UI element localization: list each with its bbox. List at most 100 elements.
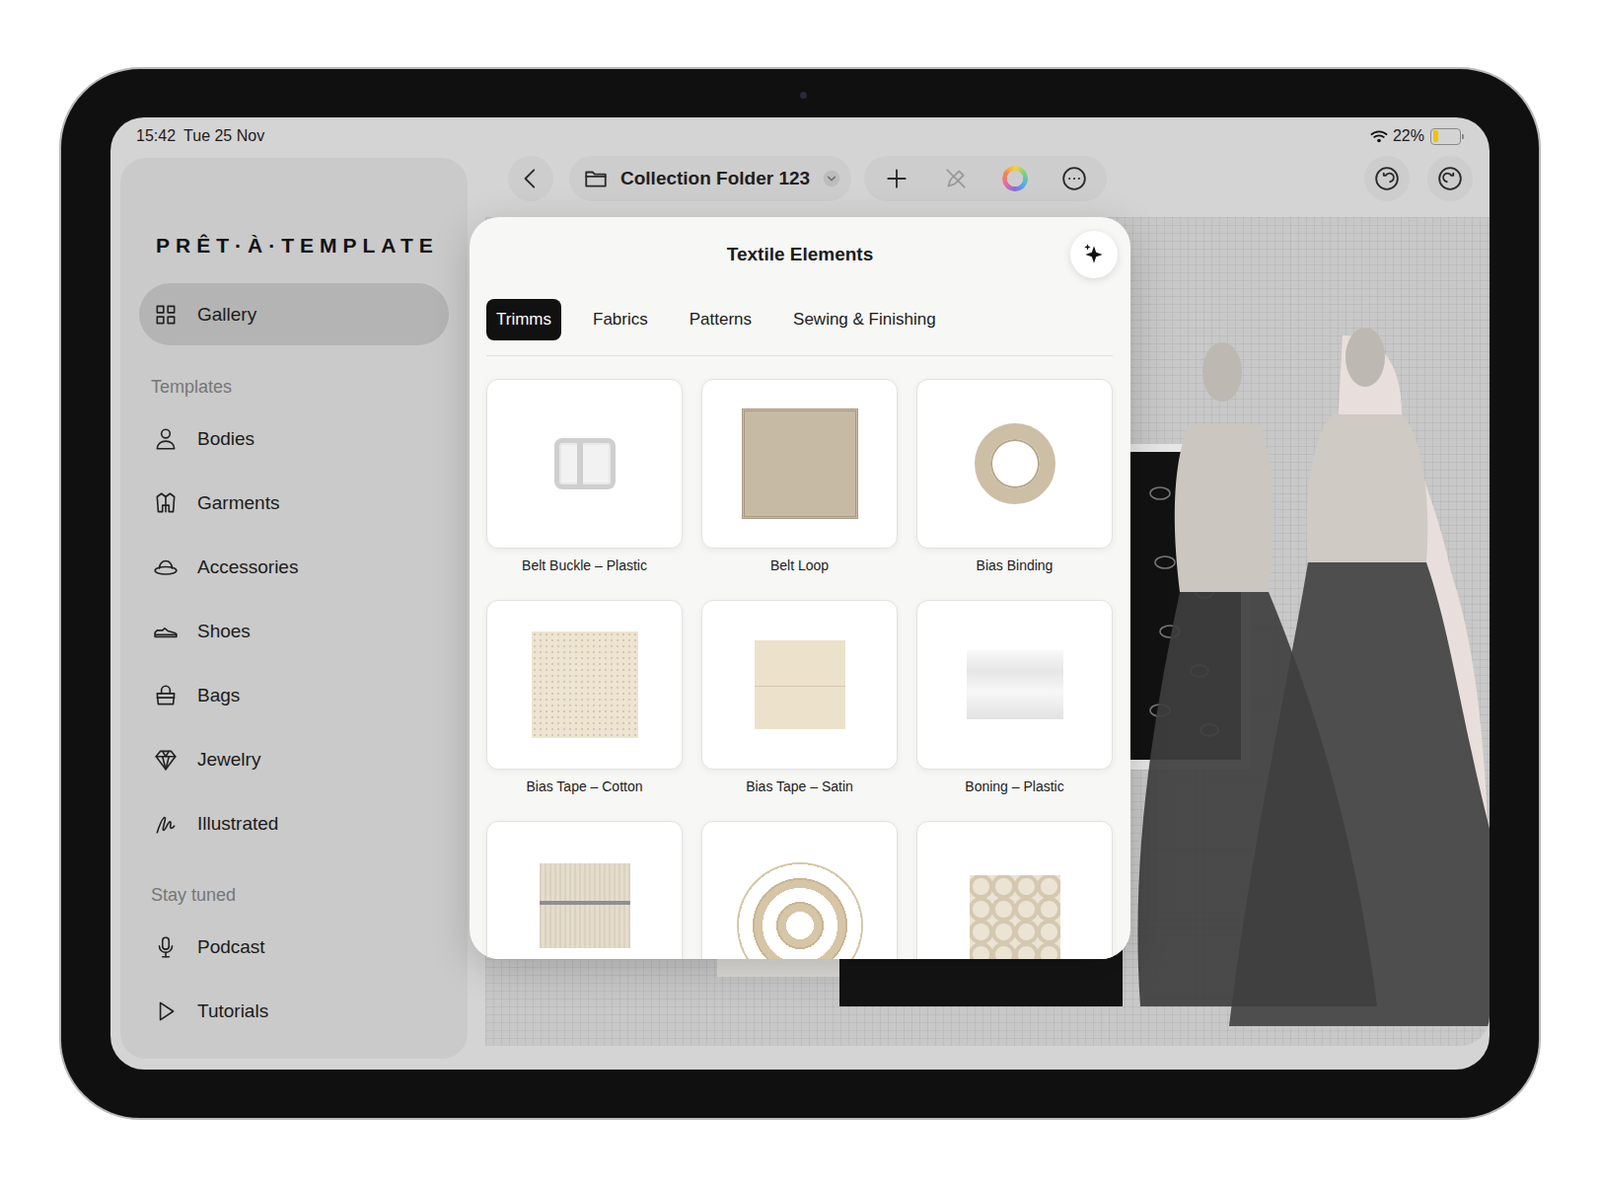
tab-bar: Trimms Fabrics Patterns Sewing & Finishing [486, 298, 1113, 357]
elements-grid: Belt Buckle – Plastic Belt Loop Bias Bindi… [469, 356, 1131, 959]
element-label: Boning – Plastic [916, 778, 1113, 800]
sidebar: PRÊT·À·TEMPLATE Gallery TemplatesBodiesGar… [120, 157, 468, 1059]
jacket-icon [152, 490, 179, 516]
page: 15:42 Tue 25 Nov 22% PRÊT·À·TEMPLATE Gallery… [0, 0, 1600, 1184]
sidebar-item[interactable]: Gallery [139, 283, 449, 346]
pencil-off-button[interactable] [933, 155, 979, 202]
sidebar-item[interactable]: Tutorials [139, 978, 449, 1043]
hat-icon [152, 554, 179, 581]
tools-group [864, 155, 1107, 202]
diamond-icon [152, 746, 179, 773]
status-bar: 15:42 Tue 25 Nov 22% [110, 117, 1490, 155]
battery-level [1433, 130, 1440, 143]
popover-header: Textile Elements [469, 217, 1131, 292]
element-tile [486, 820, 683, 959]
textile-elements-popover: Textile Elements Trimms Fabrics Patterns Sew… [469, 217, 1131, 959]
element-tile [701, 378, 898, 549]
sidebar-item[interactable]: Jewelry [139, 727, 449, 792]
element-card[interactable] [701, 820, 898, 959]
element-card[interactable] [486, 820, 683, 959]
element-card[interactable]: Boning – Plastic [916, 599, 1113, 800]
element-card[interactable]: Belt Buckle – Plastic [486, 378, 683, 579]
status-time: 15:42 [136, 127, 176, 146]
pencil-slash-icon [943, 165, 969, 192]
sidebar-item[interactable]: Shoes [139, 598, 449, 663]
element-photo [966, 650, 1064, 720]
color-button[interactable] [992, 155, 1038, 202]
element-label: Bias Tape – Satin [701, 778, 898, 800]
popover-title: Textile Elements [727, 243, 874, 266]
element-tile [916, 378, 1113, 549]
element-photo [969, 874, 1061, 959]
element-label: Bias Binding [916, 557, 1113, 579]
more-button[interactable] [1051, 155, 1097, 202]
element-card[interactable] [916, 820, 1113, 959]
element-tile [701, 820, 898, 959]
element-tile [916, 599, 1113, 770]
grid-icon [152, 301, 179, 328]
color-wheel-icon [1002, 165, 1028, 192]
wifi-icon [1370, 130, 1388, 144]
mannequin-photo[interactable] [1130, 276, 1490, 1026]
bag-icon [152, 682, 179, 709]
camera-icon [800, 91, 807, 99]
folder-title: Collection Folder 123 [620, 167, 810, 190]
sparkle-icon [1081, 241, 1107, 268]
undo-icon [1374, 165, 1400, 192]
tab[interactable]: Trimms [486, 298, 562, 341]
app-body: PRÊT·À·TEMPLATE Gallery TemplatesBodiesGar… [110, 154, 1490, 1070]
screen: 15:42 Tue 25 Nov 22% PRÊT·À·TEMPLATE Gallery… [110, 117, 1490, 1070]
add-button[interactable] [873, 155, 920, 202]
plus-icon [883, 165, 910, 192]
sidebar-item[interactable]: Bodies [139, 406, 449, 471]
tab[interactable]: Sewing & Finishing [783, 298, 946, 341]
sidebar-item[interactable]: Illustrated [139, 791, 449, 856]
element-photo [539, 863, 631, 948]
element-tile [701, 599, 898, 770]
element-photo [974, 423, 1056, 505]
sidebar-section-header: Templates [120, 366, 468, 407]
element-card[interactable]: Bias Binding [916, 378, 1113, 579]
sidebar-item[interactable]: Garments [139, 470, 449, 535]
element-label: Bias Tape – Cotton [486, 778, 683, 800]
sidebar-item[interactable]: Accessories [139, 534, 449, 599]
back-button[interactable] [508, 155, 554, 202]
status-date: Tue 25 Nov [183, 127, 265, 146]
element-label: Belt Buckle – Plastic [486, 557, 683, 579]
element-label: Belt Loop [701, 557, 898, 579]
redo-icon [1437, 165, 1463, 192]
sidebar-item[interactable]: Podcast [139, 914, 449, 979]
element-card[interactable]: Belt Loop [701, 378, 898, 579]
element-photo [736, 862, 864, 959]
shoe-icon [152, 618, 179, 645]
scribble-icon [152, 810, 179, 837]
app-logo: PRÊT·À·TEMPLATE [120, 157, 468, 257]
redo-button[interactable] [1427, 155, 1473, 202]
sidebar-section-header: Stay tuned [120, 874, 468, 915]
sidebar-item[interactable]: Bags [139, 662, 449, 728]
element-card[interactable]: Bias Tape – Satin [701, 599, 898, 800]
folder-selector[interactable]: Collection Folder 123 [569, 155, 852, 202]
element-tile [486, 378, 683, 549]
tab[interactable]: Fabrics [582, 298, 658, 341]
element-tile [486, 599, 683, 770]
battery-percent: 22% [1392, 127, 1425, 146]
person-icon [152, 426, 179, 452]
tab[interactable]: Patterns [679, 298, 762, 341]
chevron-left-icon [517, 165, 544, 192]
element-card[interactable]: Bias Tape – Cotton [486, 599, 683, 800]
element-photo [741, 408, 859, 519]
microphone-icon [152, 934, 179, 960]
undo-button[interactable] [1364, 155, 1410, 202]
folder-icon [582, 165, 609, 192]
element-photo [554, 437, 616, 490]
ipad-frame: 15:42 Tue 25 Nov 22% PRÊT·À·TEMPLATE Gallery… [59, 67, 1541, 1120]
more-icon [1061, 165, 1088, 192]
chevron-down-icon [821, 168, 842, 189]
toolbar: Collection Folder 123 [485, 154, 1490, 203]
element-photo [754, 640, 846, 729]
ai-button[interactable] [1070, 230, 1118, 279]
element-tile [916, 820, 1113, 959]
play-icon [152, 998, 179, 1024]
element-photo [531, 631, 639, 738]
